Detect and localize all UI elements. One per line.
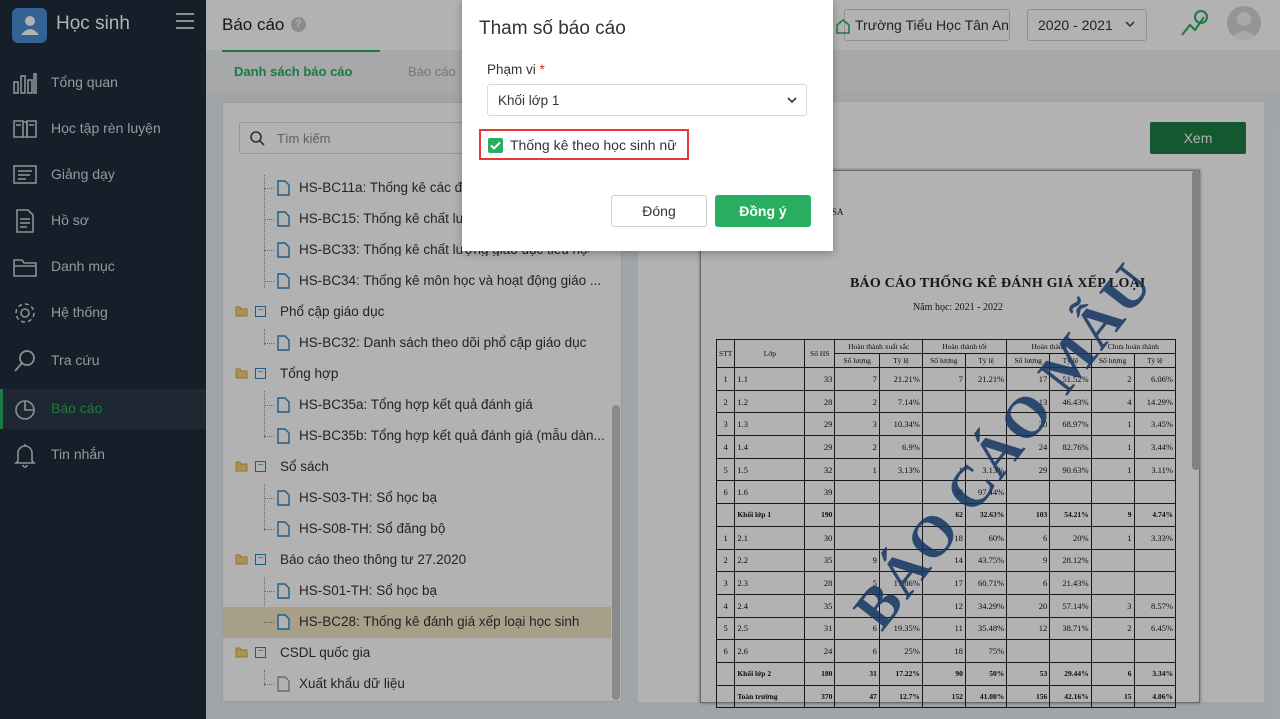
confirm-button[interactable]: Đồng ý [715, 195, 811, 227]
scope-label-text: Phạm vi [487, 62, 536, 77]
report-params-dialog: Tham số báo cáo Phạm vi * Khối lớp 1 Thố… [462, 0, 833, 251]
scope-label: Phạm vi * [487, 62, 545, 77]
female-stats-checkbox[interactable] [488, 138, 503, 153]
close-button[interactable]: Đóng [611, 195, 707, 227]
dialog-title: Tham số báo cáo [479, 18, 626, 39]
female-stats-option[interactable]: Thống kê theo học sinh nữ [479, 129, 689, 160]
chevron-down-icon [787, 97, 797, 104]
scope-select[interactable]: Khối lớp 1 [487, 84, 807, 116]
required-mark: * [539, 62, 545, 77]
female-stats-label: Thống kê theo học sinh nữ [510, 137, 677, 153]
checkmark-icon [490, 141, 501, 150]
scope-value: Khối lớp 1 [498, 93, 560, 108]
